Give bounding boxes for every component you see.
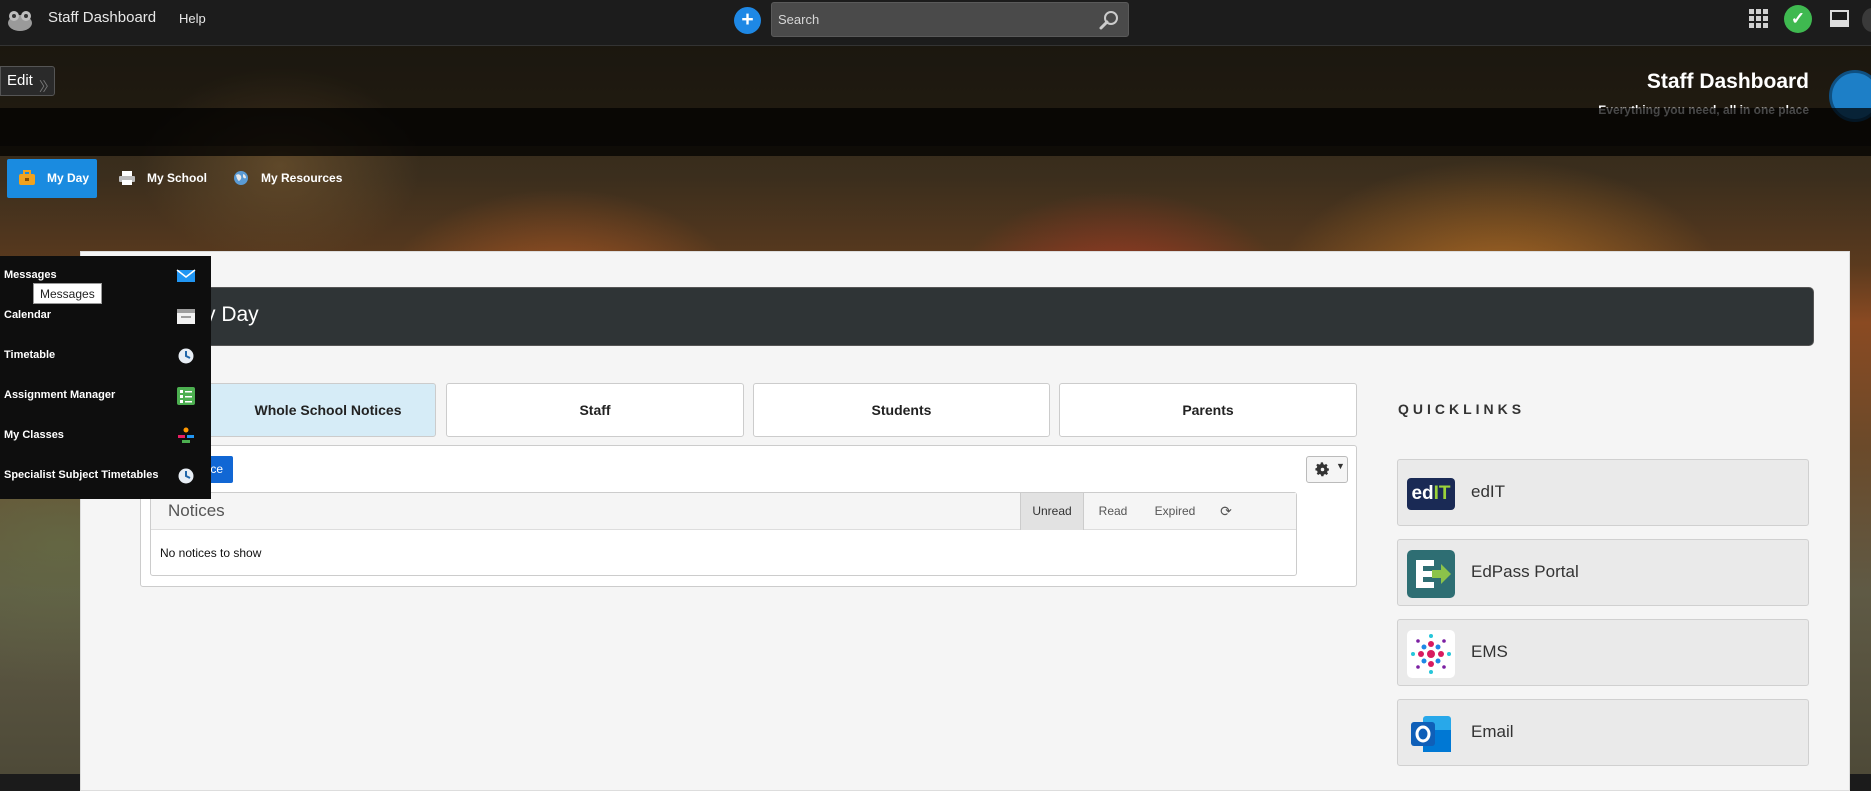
top-bar: Staff Dashboard Help + ✓: [0, 0, 1871, 46]
page-header: y Day: [115, 287, 1814, 346]
user-avatar[interactable]: [1862, 8, 1871, 32]
settings-dropdown-button[interactable]: ▼: [1306, 456, 1348, 483]
quicklink-edit[interactable]: edIT edIT: [1397, 459, 1809, 526]
quicklink-label: Email: [1471, 722, 1514, 741]
add-button[interactable]: +: [734, 7, 761, 34]
caret-down-icon: ▼: [1336, 461, 1345, 471]
quicklink-ems[interactable]: EMS: [1397, 619, 1809, 686]
flyout-label: Specialist Subject Timetables: [4, 469, 159, 481]
quicklinks-heading: QUICKLINKS: [1398, 401, 1526, 417]
clock-icon: [178, 348, 194, 364]
flyout-item-my-classes[interactable]: My Classes: [0, 416, 211, 456]
clock-icon: [178, 468, 194, 484]
quicklink-label: edIT: [1471, 482, 1506, 501]
briefcase-icon: [19, 170, 35, 185]
tab-label: Parents: [1182, 402, 1234, 418]
ems-logo-icon: [1407, 630, 1455, 678]
nav-item-my-day[interactable]: My Day: [7, 159, 97, 198]
calendar-icon: [177, 309, 195, 324]
quicklink-label: EMS: [1471, 642, 1508, 661]
tooltip: Messages: [33, 283, 102, 304]
page-title: y Day: [205, 303, 259, 326]
notices-header: Notices Unread Read Expired ⟳: [151, 493, 1296, 530]
flyout-item-messages[interactable]: Messages: [0, 256, 211, 296]
filter-read[interactable]: Read: [1084, 493, 1142, 530]
quicklink-label: EdPass Portal: [1471, 562, 1579, 581]
panel-toggle-icon[interactable]: [1830, 10, 1849, 27]
quicklink-edpass-portal[interactable]: EdPass Portal: [1397, 539, 1809, 606]
globe-icon: [234, 171, 248, 185]
mail-icon: [176, 269, 196, 282]
flyout-item-calendar[interactable]: Calendar: [0, 296, 211, 336]
flyout-label: Calendar: [4, 309, 52, 321]
main-nav: [0, 108, 1871, 156]
chevron-right-icon: 〉〉: [39, 79, 55, 94]
flyout-item-assignment-manager[interactable]: Assignment Manager: [0, 376, 211, 416]
search-icon[interactable]: [1098, 9, 1120, 31]
search-box[interactable]: [771, 2, 1129, 37]
edit-logo-icon: edIT: [1407, 478, 1455, 510]
flyout-item-timetable[interactable]: Timetable: [0, 336, 211, 376]
tab-label: Students: [871, 402, 932, 418]
gear-icon: [1315, 462, 1329, 477]
classes-icon: [178, 427, 194, 443]
flyout-label: Assignment Manager: [4, 389, 116, 401]
frog-logo-icon[interactable]: [6, 9, 34, 33]
nav-label: My Resources: [261, 171, 343, 185]
apps-grid-icon[interactable]: [1749, 9, 1769, 29]
nav-item-my-school[interactable]: My School: [118, 159, 218, 198]
search-input[interactable]: [772, 3, 1082, 36]
quicklink-email[interactable]: Email: [1397, 699, 1809, 766]
flyout-label: My Classes: [4, 429, 64, 441]
filter-expired[interactable]: Expired: [1142, 493, 1208, 530]
outlook-logo-icon: [1411, 716, 1451, 752]
status-check-icon[interactable]: ✓: [1784, 5, 1812, 33]
edit-label: Edit: [7, 72, 33, 89]
edit-button[interactable]: Edit 〉〉: [0, 66, 55, 96]
printer-icon: [119, 171, 135, 185]
notices-title: Notices: [168, 501, 225, 520]
edpass-logo-icon: [1407, 550, 1455, 598]
side-flyout-menu: Messages Calendar Timetable Assignment M…: [0, 256, 211, 499]
tab-students[interactable]: Students: [753, 383, 1050, 437]
help-link[interactable]: Help: [179, 11, 206, 26]
empty-message: No notices to show: [160, 546, 262, 560]
tab-parents[interactable]: Parents: [1059, 383, 1357, 437]
tab-label: Staff: [579, 402, 611, 418]
flyout-label: Timetable: [4, 349, 56, 361]
checklist-icon: [177, 387, 195, 405]
nav-item-my-resources[interactable]: My Resources: [232, 159, 352, 198]
banner-title: Staff Dashboard: [1646, 70, 1809, 93]
notices-list: Notices Unread Read Expired ⟳ No notices…: [150, 492, 1297, 576]
flyout-label: Messages: [4, 269, 57, 281]
nav-label: My School: [147, 171, 208, 185]
refresh-icon[interactable]: ⟳: [1208, 493, 1244, 530]
nav-label: My Day: [47, 171, 90, 185]
app-title[interactable]: Staff Dashboard: [48, 9, 156, 26]
tab-staff[interactable]: Staff: [446, 383, 744, 437]
filter-unread[interactable]: Unread: [1020, 493, 1084, 530]
flyout-item-specialist-subject-timetables[interactable]: Specialist Subject Timetables: [0, 456, 211, 496]
